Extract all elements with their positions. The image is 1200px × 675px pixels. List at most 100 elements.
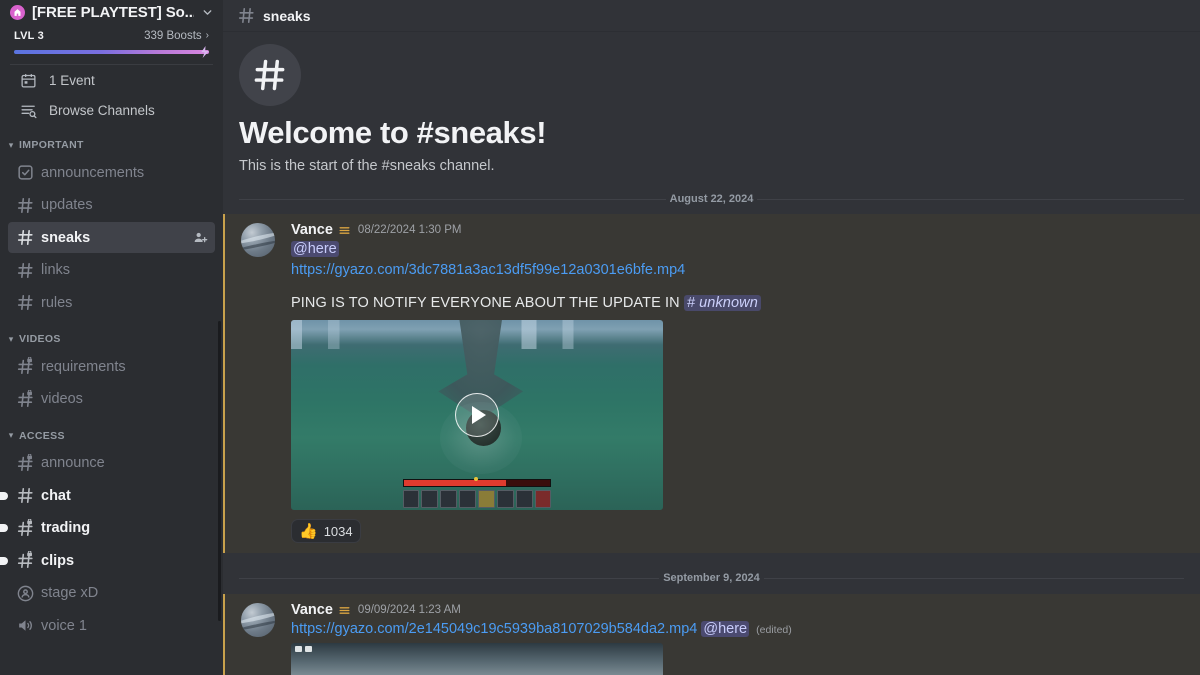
sidebar-item-sneaks[interactable]: sneaks xyxy=(8,222,215,253)
message-link-line: https://gyazo.com/2e145049c19c5939ba8107… xyxy=(291,620,1184,639)
hotbar-slot xyxy=(515,490,533,509)
calendar-icon xyxy=(20,72,37,89)
server-header[interactable]: [FREE PLAYTEST] So... xyxy=(0,0,223,24)
hotbar-slot xyxy=(477,490,495,509)
hash-locked-icon xyxy=(16,389,35,409)
sidebar-item-clips-label: clips xyxy=(41,552,75,569)
hash-icon xyxy=(16,293,35,312)
sidebar-item-browse-channels[interactable]: Browse Channels xyxy=(0,95,223,125)
date-divider-label: September 9, 2024 xyxy=(663,572,760,585)
hash-icon xyxy=(16,486,35,505)
here-mention[interactable]: @here xyxy=(701,621,750,638)
unread-indicator xyxy=(0,524,8,532)
page-title: Welcome to #sneaks! xyxy=(239,115,547,150)
embed-health-bar xyxy=(402,476,552,488)
sidebar-item-events-label: 1 Event xyxy=(49,72,95,88)
play-icon[interactable] xyxy=(455,393,499,438)
hotbar-slot xyxy=(534,490,552,509)
server-tag-icon xyxy=(338,224,351,237)
sidebar-item-trading[interactable]: trading xyxy=(0,513,215,544)
hash-locked-icon xyxy=(16,453,35,473)
boost-home-icon xyxy=(10,4,25,20)
video-embed-thumbnail[interactable] xyxy=(291,320,663,511)
category-access-label: ACCESS xyxy=(19,429,65,442)
sidebar-scrollbar[interactable] xyxy=(218,321,221,621)
welcome-subtitle: This is the start of the #sneaks channel… xyxy=(239,158,495,174)
sidebar-item-stage-xd[interactable]: stage xD xyxy=(8,578,215,609)
hash-icon xyxy=(16,196,35,215)
sidebar-item-trading-label: trading xyxy=(41,520,91,536)
sidebar-item-videos[interactable]: videos xyxy=(8,384,215,415)
embed-game-hud xyxy=(402,476,552,509)
embed-overlay-icons xyxy=(294,645,312,652)
sidebar-item-links[interactable]: links xyxy=(8,255,215,286)
hotbar-slot xyxy=(421,490,439,509)
reaction-count: 1034 xyxy=(323,523,353,539)
sidebar-item-chat[interactable]: chat xyxy=(0,480,215,511)
chevron-down-icon: ▾ xyxy=(8,430,14,440)
category-videos[interactable]: ▾ VIDEOS xyxy=(0,327,223,351)
stage-channel-icon xyxy=(16,584,35,603)
browse-channels-icon xyxy=(20,102,37,119)
message-author[interactable]: Vance xyxy=(291,222,333,238)
chevron-down-icon: ▾ xyxy=(8,139,14,150)
message-author[interactable]: Vance xyxy=(291,602,333,618)
hotbar-slot xyxy=(496,490,514,509)
message-link[interactable]: https://gyazo.com/2e145049c19c5939ba8107… xyxy=(291,621,697,637)
discord-app-window: [FREE PLAYTEST] So... LVL 3 339 Boosts ›… xyxy=(0,0,1200,675)
sidebar-item-updates-label: updates xyxy=(41,197,93,213)
category-access[interactable]: ▾ ACCESS xyxy=(0,424,223,448)
sidebar-item-links-label: links xyxy=(41,262,71,278)
boost-progress-bar xyxy=(14,50,209,54)
message-caption: PING IS TO NOTIFY EVERYONE ABOUT THE UPD… xyxy=(291,295,1184,312)
channel-header-title: sneaks xyxy=(263,7,311,24)
boost-count-label: 339 Boosts xyxy=(144,30,202,42)
server-name: [FREE PLAYTEST] So... xyxy=(32,3,194,21)
hotbar-slot xyxy=(440,490,458,509)
chevron-right-icon: › xyxy=(205,30,209,41)
avatar[interactable] xyxy=(241,223,275,257)
announcement-channel-icon xyxy=(16,163,35,182)
sidebar-item-voice-1[interactable]: voice 1 xyxy=(8,610,215,641)
message-item[interactable]: Vance 08/22/2024 1:30 PM @here https://g… xyxy=(223,214,1200,554)
category-important[interactable]: ▾ IMPORTANT xyxy=(0,133,223,157)
sidebar-item-clips[interactable]: clips xyxy=(0,545,215,576)
sidebar-item-events[interactable]: 1 Event xyxy=(0,65,223,95)
channel-sidebar: [FREE PLAYTEST] So... LVL 3 339 Boosts ›… xyxy=(0,0,223,675)
sidebar-item-requirements-label: requirements xyxy=(41,358,126,375)
hash-icon xyxy=(239,44,301,106)
category-important-label: IMPORTANT xyxy=(19,139,84,151)
sidebar-item-chat-label: chat xyxy=(41,487,71,504)
message-link[interactable]: https://gyazo.com/3dc7881a3ac13df5f99e12… xyxy=(291,262,685,278)
channel-header: sneaks xyxy=(223,0,1200,32)
channel-mention[interactable]: # unknown xyxy=(683,295,761,312)
hotbar-slot xyxy=(402,490,420,509)
add-members-icon[interactable] xyxy=(192,229,209,246)
hotbar-slot xyxy=(459,490,476,509)
avatar[interactable] xyxy=(241,603,275,638)
sidebar-item-stage-xd-label: stage xD xyxy=(41,585,99,601)
chevron-down-icon: ▾ xyxy=(8,333,14,344)
unread-indicator xyxy=(0,491,8,500)
sidebar-item-browse-channels-label: Browse Channels xyxy=(49,102,155,118)
hash-locked-icon xyxy=(16,357,35,376)
hash-icon xyxy=(16,228,35,247)
message-item[interactable]: Vance 09/09/2024 1:23 AM https://gyazo.c… xyxy=(223,594,1200,675)
message-list[interactable]: Welcome to #sneaks! This is the start of… xyxy=(223,32,1200,675)
date-divider: September 9, 2024 xyxy=(239,572,1184,584)
here-mention[interactable]: @here xyxy=(291,241,339,257)
voice-channel-icon xyxy=(16,616,35,635)
sidebar-item-rules[interactable]: rules xyxy=(8,287,215,318)
embed-hotbar xyxy=(402,490,552,509)
hash-locked-icon xyxy=(16,551,35,570)
server-boost-progress[interactable]: LVL 3 339 Boosts › xyxy=(0,24,223,64)
chevron-down-icon[interactable] xyxy=(201,6,214,19)
sidebar-item-updates[interactable]: updates xyxy=(8,190,215,221)
sidebar-item-announce[interactable]: announce xyxy=(8,448,215,479)
sidebar-item-announcements[interactable]: announcements xyxy=(8,157,215,188)
reaction-thumbs-up[interactable]: 👍 1034 xyxy=(291,519,361,544)
message-timestamp: 09/09/2024 1:23 AM xyxy=(357,604,461,617)
sidebar-item-requirements[interactable]: requirements xyxy=(8,351,215,382)
sidebar-item-announcements-label: announcements xyxy=(41,164,145,181)
video-embed-thumbnail[interactable] xyxy=(291,643,663,675)
